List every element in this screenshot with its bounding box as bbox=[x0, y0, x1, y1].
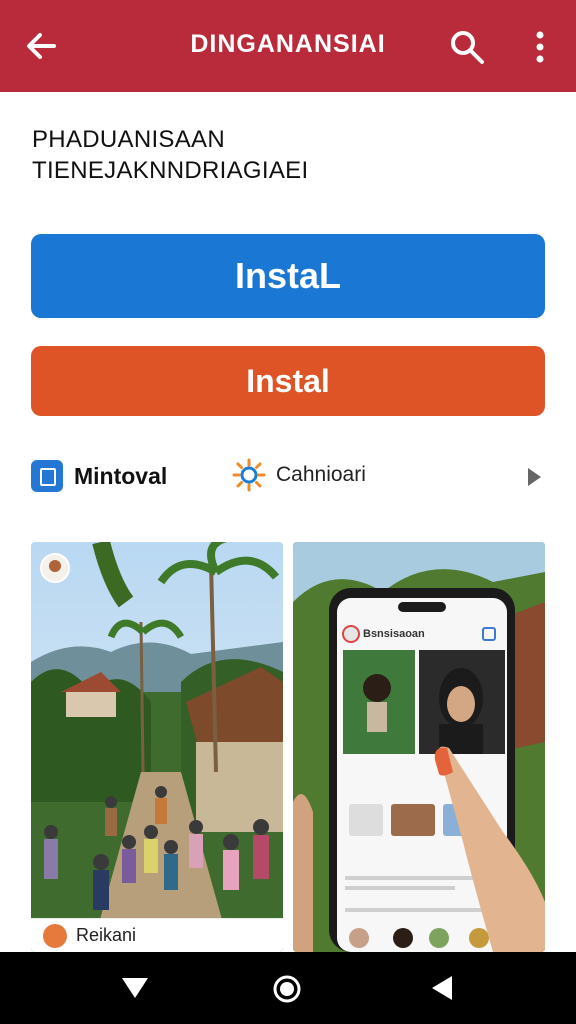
install-button-primary[interactable]: InstaL bbox=[31, 234, 545, 318]
page-heading: PHADUANISAAN TIENEJAKNNDRIAGIAEI bbox=[32, 124, 308, 186]
more-vert-icon[interactable] bbox=[528, 28, 552, 66]
tab-mintoval[interactable]: Mintoval bbox=[31, 460, 167, 492]
tab-label: Cahnioari bbox=[276, 463, 366, 486]
heading-line-1: PHADUANISAAN bbox=[32, 126, 225, 153]
phone-in-hand-photo bbox=[293, 542, 545, 952]
chevron-right-icon[interactable] bbox=[522, 464, 546, 490]
tab-cahnioari[interactable]: Cahnioari bbox=[232, 458, 366, 492]
village-street-photo bbox=[31, 542, 283, 952]
card-caption: Reikani bbox=[31, 918, 283, 952]
caption-badge-icon bbox=[43, 923, 67, 948]
triangle-recents-icon[interactable] bbox=[428, 974, 454, 1002]
photo-card-phone[interactable]: Bsnsisaoan bbox=[293, 542, 545, 952]
card-caption-label: Reikani bbox=[76, 925, 137, 945]
search-icon[interactable] bbox=[448, 28, 486, 66]
tab-row: Mintoval Cahnioari bbox=[0, 450, 576, 504]
heading-line-2: TIENEJAKNNDRIAGIAEI bbox=[32, 157, 309, 184]
phone-screen-title: Bsnsisaoan bbox=[363, 628, 425, 640]
tab-label: Mintoval bbox=[74, 462, 168, 489]
circle-home-icon[interactable] bbox=[272, 974, 302, 1004]
photo-card-village[interactable]: Reikani bbox=[31, 542, 283, 952]
app-bar: DINGANANSIAI bbox=[0, 0, 576, 92]
install-button-secondary[interactable]: Instal bbox=[31, 346, 545, 416]
sun-icon bbox=[232, 458, 266, 492]
app-title: DINGANANSIAI bbox=[190, 30, 386, 58]
triangle-back-icon[interactable] bbox=[120, 974, 150, 1000]
system-nav-bar bbox=[0, 952, 576, 1024]
book-icon bbox=[31, 460, 63, 492]
